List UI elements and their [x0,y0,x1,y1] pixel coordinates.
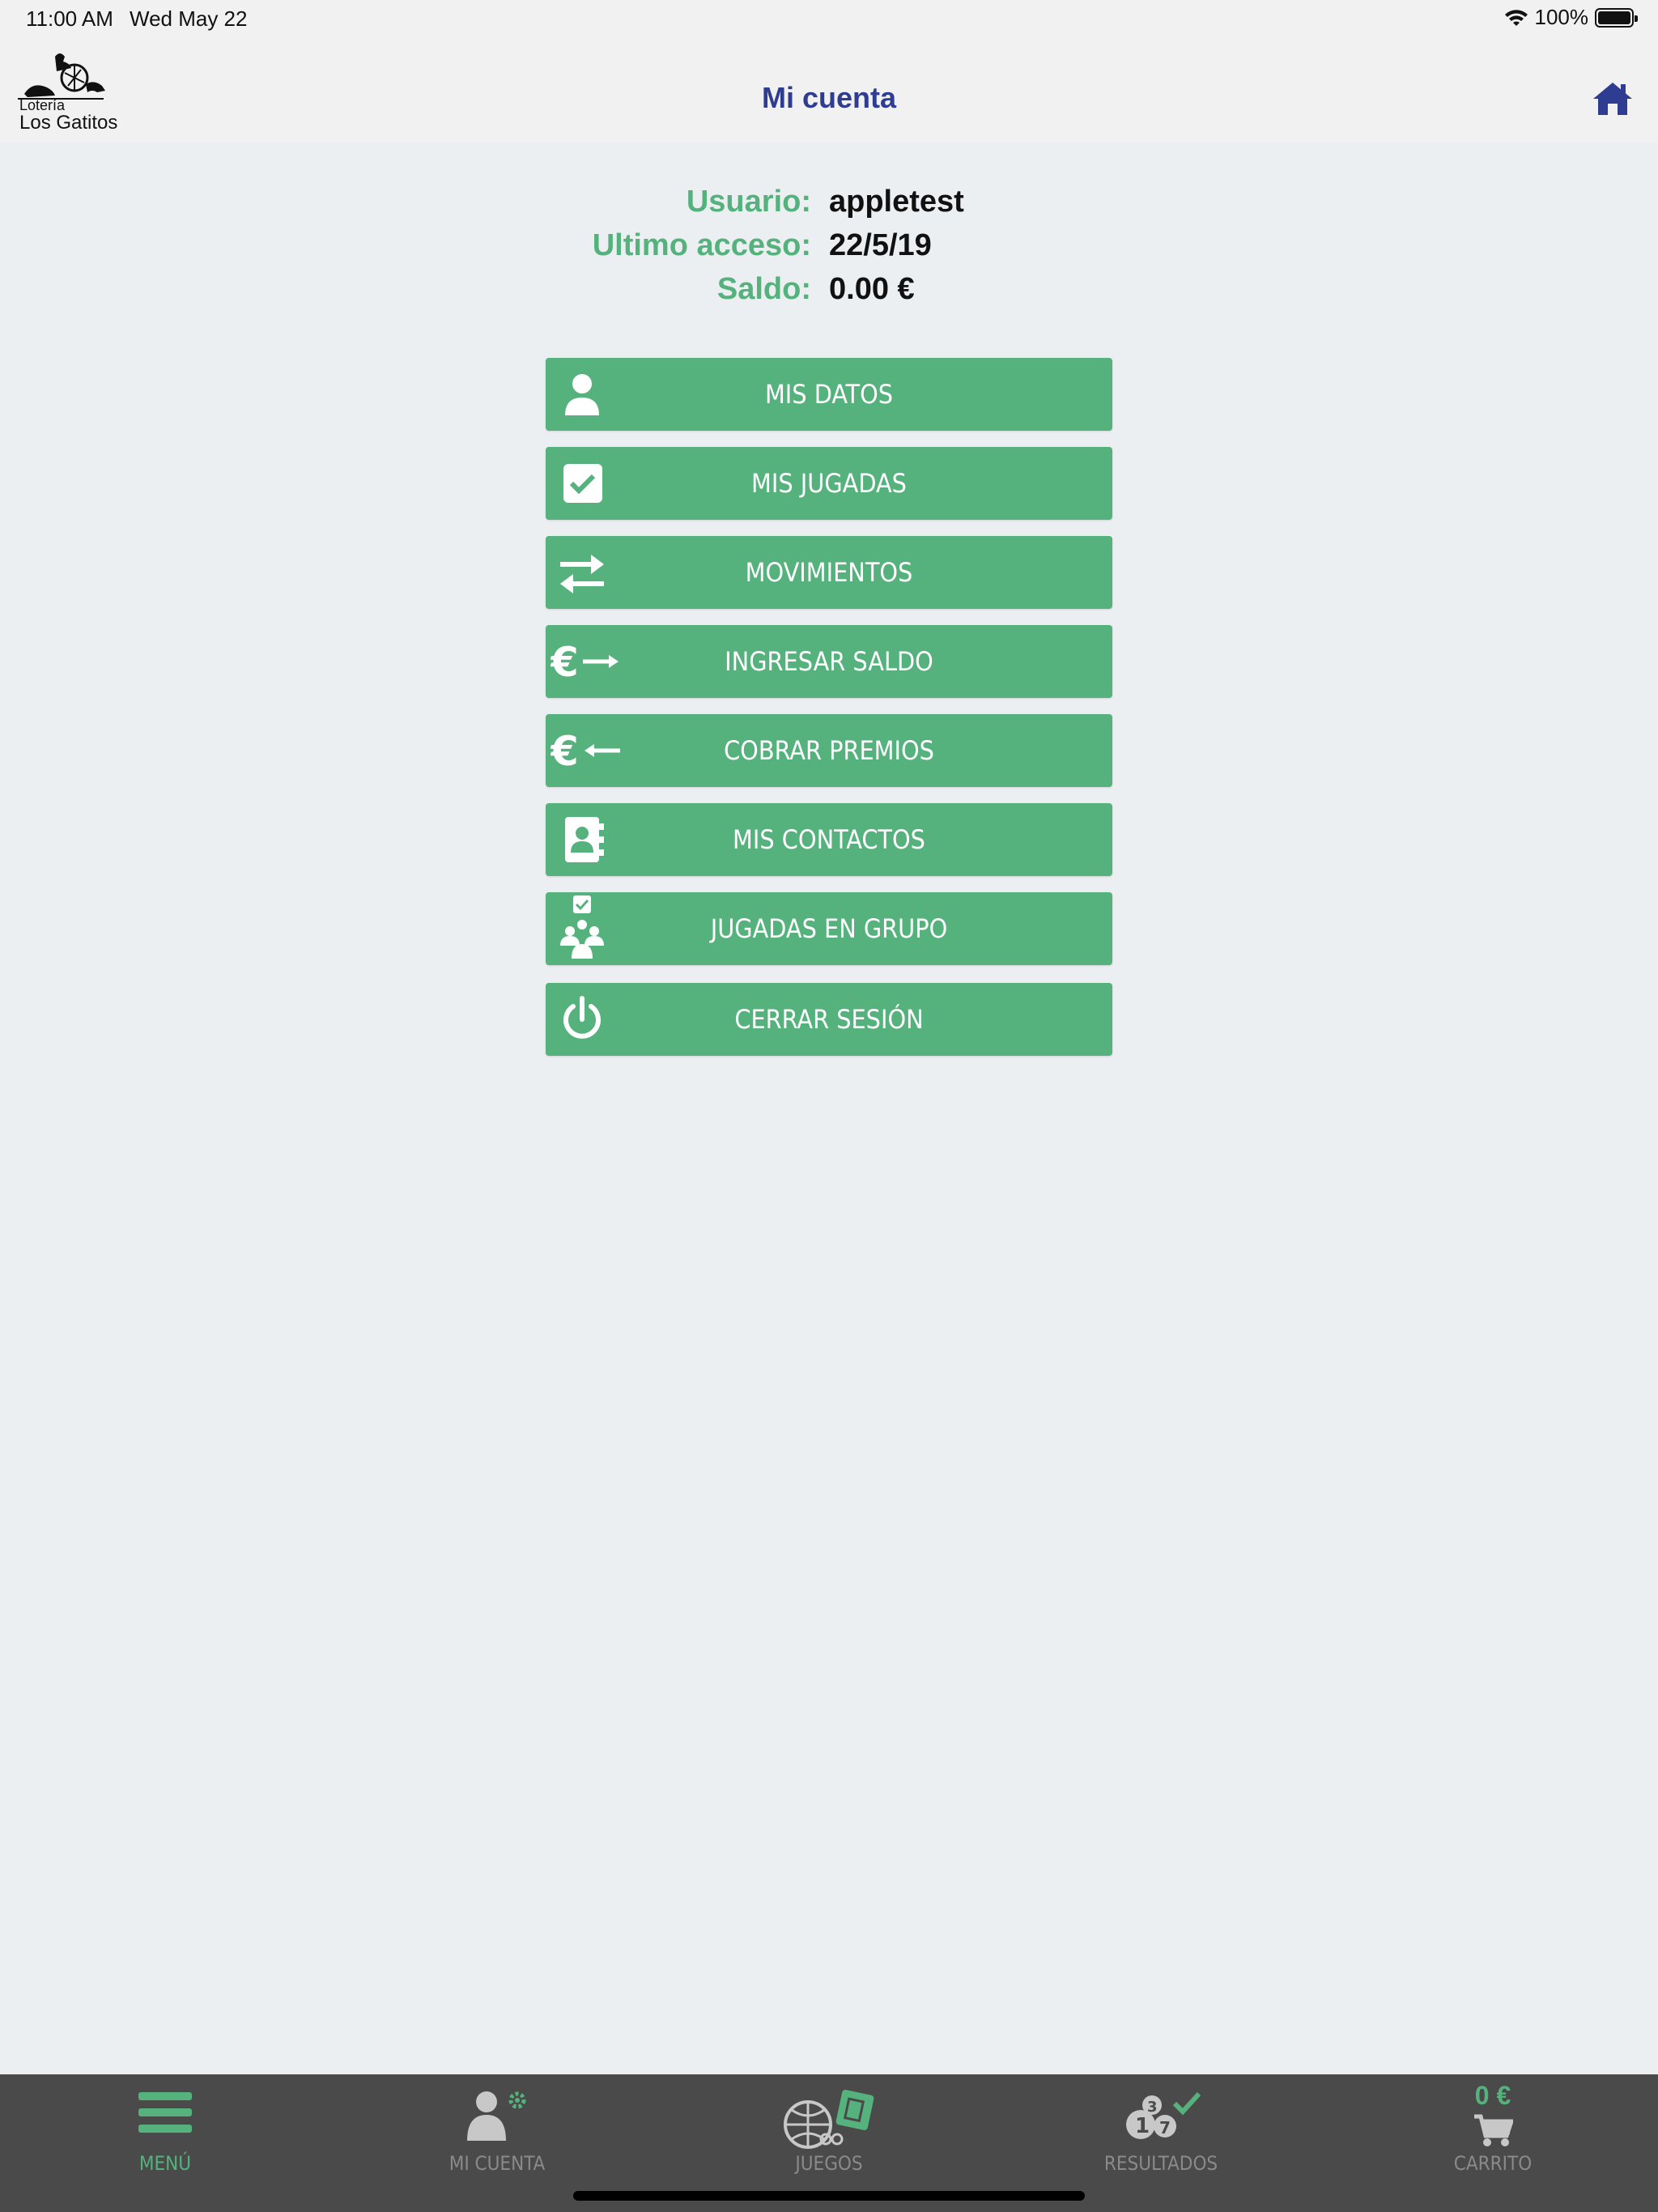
tab-mi-cuenta[interactable]: MI CUENTA [376,2074,619,2180]
cart-icon [1474,2114,1513,2146]
user-label: Usuario: [686,185,811,219]
status-date: Wed May 22 [130,6,248,31]
jugadas-en-grupo-label: JUGADAS EN GRUPO [710,913,948,944]
tab-juegos-label: JUEGOS [795,2152,863,2175]
mis-contactos-button[interactable]: MIS CONTACTOS [546,803,1112,876]
wifi-icon [1504,9,1528,26]
jugadas-en-grupo-button[interactable]: JUGADAS EN GRUPO [546,892,1112,965]
status-time: 11:00 AM [26,6,113,31]
tab-carrito[interactable]: 0 € CARRITO [1371,2074,1614,2180]
cerrar-sesion-label: CERRAR SESIÓN [734,1004,924,1035]
tab-resultados[interactable]: 1 3 7 RESULTADOS [1039,2074,1282,2180]
mis-jugadas-button[interactable]: MIS JUGADAS [546,447,1112,520]
address-book-icon [565,817,604,862]
user-row: Usuario: appletest [0,185,1658,228]
last-access-label: Ultimo acceso: [592,228,811,262]
checkbox-icon [563,464,602,503]
mis-contactos-label: MIS CONTACTOS [733,824,925,855]
mis-datos-label: MIS DATOS [764,379,894,410]
last-access-value: 22/5/19 [829,228,932,262]
tab-resultados-label: RESULTADOS [1103,2152,1218,2175]
home-icon[interactable] [1592,79,1634,118]
cerrar-sesion-button[interactable]: CERRAR SESIÓN [546,983,1112,1056]
movimientos-button[interactable]: MOVIMIENTOS [546,536,1112,609]
movimientos-label: MOVIMIENTOS [745,557,913,588]
svg-text:7: 7 [1159,2118,1171,2138]
user-settings-icon [467,2091,526,2141]
balance-row: Saldo: 0.00 € [0,272,1658,316]
balance-label: Saldo: [716,272,811,306]
app-header: Lotería Los Gatitos Mi cuenta [0,40,1658,143]
last-access-row: Ultimo acceso: 22/5/19 [0,228,1658,272]
tab-mi-cuenta-label: MI CUENTA [449,2152,546,2175]
hamburger-icon [138,2092,192,2133]
lottery-games-icon [784,2090,874,2149]
status-indicators: 100% [1504,5,1638,30]
battery-percent: 100% [1534,5,1589,29]
mis-jugadas-label: MIS JUGADAS [751,468,907,499]
ingresar-saldo-label: INGRESAR SALDO [725,646,933,677]
tab-menu-label: MENÚ [138,2152,192,2175]
balance-value: 0.00 € [829,272,915,306]
cobrar-premios-label: COBRAR PREMIOS [724,735,934,766]
mis-datos-button[interactable]: MIS DATOS [546,358,1112,431]
transfer-arrows-icon [560,555,604,593]
power-icon [563,996,601,1039]
tab-carrito-label: CARRITO [1453,2152,1533,2175]
tab-menu[interactable]: MENÚ [44,2074,287,2180]
svg-text:€: € [551,639,579,686]
status-bar: 11:00 AM Wed May 22 100% [0,0,1658,40]
group-play-icon [560,895,604,959]
euro-deposit-icon: € [551,639,619,686]
svg-text:€: € [551,728,579,775]
user-icon [565,374,599,415]
home-indicator[interactable] [573,2191,1085,2201]
ingresar-saldo-button[interactable]: € INGRESAR SALDO [546,625,1112,698]
results-balls-icon: 1 3 7 [1126,2091,1201,2139]
logo-text-bottom: Los Gatitos [19,112,118,134]
page-title: Mi cuenta [761,81,897,114]
cart-amount: 0 € [1474,2081,1511,2110]
battery-icon [1595,7,1638,28]
euro-withdraw-icon: € [551,728,620,775]
tab-juegos[interactable]: JUEGOS [708,2074,950,2180]
cobrar-premios-button[interactable]: € COBRAR PREMIOS [546,714,1112,787]
svg-text:3: 3 [1147,2099,1158,2116]
user-value: appletest [829,185,964,219]
svg-text:1: 1 [1135,2114,1150,2138]
